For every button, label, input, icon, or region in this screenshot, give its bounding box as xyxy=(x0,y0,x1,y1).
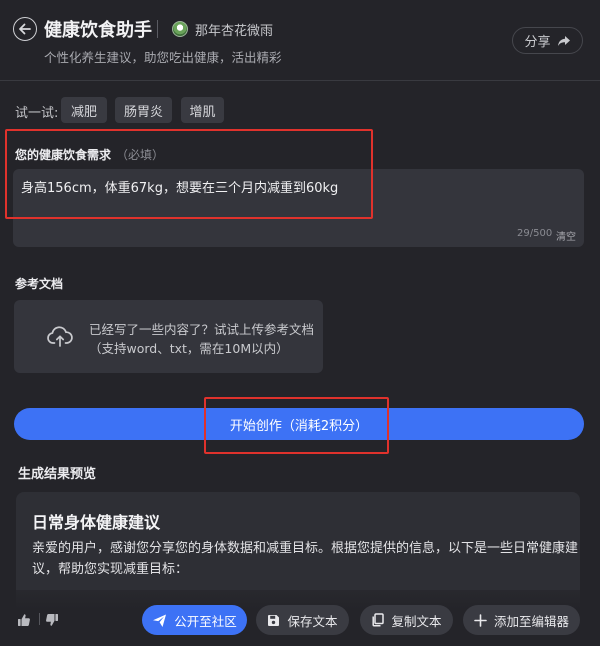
try-tag-lose-weight[interactable]: 减肥 xyxy=(61,97,107,123)
thumbs-up-icon[interactable] xyxy=(17,612,31,626)
title-divider xyxy=(157,20,158,38)
page-subtitle: 个性化养生建议，助您吃出健康，活出精彩 xyxy=(44,50,282,65)
result-preview-label: 生成结果预览 xyxy=(18,467,97,482)
copy-text-button[interactable]: 复制文本 xyxy=(360,605,453,635)
reference-doc-label: 参考文档 xyxy=(15,277,64,291)
add-editor-label: 添加至编辑器 xyxy=(493,613,569,629)
header-divider xyxy=(0,80,600,81)
save-icon xyxy=(268,614,280,626)
result-title: 日常身体健康建议 xyxy=(32,513,161,532)
cloud-upload-icon xyxy=(47,326,73,352)
page-title: 健康饮食助手 xyxy=(44,20,152,41)
copy-icon xyxy=(372,613,385,627)
back-button[interactable] xyxy=(13,17,37,41)
plus-icon xyxy=(474,613,487,627)
try-tag-muscle-gain[interactable]: 增肌 xyxy=(181,97,224,123)
clear-button[interactable]: 清空 xyxy=(556,228,576,243)
publish-to-community-button[interactable]: 公开至社区 xyxy=(142,605,247,635)
arrow-left-icon xyxy=(19,23,31,35)
share-label: 分享 xyxy=(524,35,551,50)
copy-label: 复制文本 xyxy=(391,613,442,629)
thumbs-down-icon[interactable] xyxy=(45,612,59,626)
save-text-button[interactable]: 保存文本 xyxy=(256,605,349,635)
annotation-highlight-requirement xyxy=(5,129,373,219)
result-body-text: 亲爱的用户，感谢您分享您的身体数据和减重目标。根据您提供的信息，以下是一些日常健… xyxy=(32,541,579,577)
upload-hint-text: 已经写了一些内容了？试试上传参考文档（支持word、txt，需在10M以内） xyxy=(89,322,315,356)
feedback-divider xyxy=(39,613,40,625)
author-avatar[interactable] xyxy=(172,21,188,37)
share-button[interactable]: 分享 xyxy=(512,27,583,54)
send-icon xyxy=(153,614,167,627)
author-name[interactable]: 那年杏花微雨 xyxy=(195,20,273,39)
publish-label: 公开至社区 xyxy=(174,613,237,629)
annotation-highlight-start xyxy=(204,397,389,454)
add-to-editor-button[interactable]: 添加至编辑器 xyxy=(463,605,580,635)
share-arrow-icon xyxy=(557,35,570,46)
save-label: 保存文本 xyxy=(287,613,338,629)
try-tag-gastroenteritis[interactable]: 肠胃炎 xyxy=(115,97,172,123)
try-label: 试一试: xyxy=(15,106,59,121)
character-count: 29/500 xyxy=(517,228,553,239)
